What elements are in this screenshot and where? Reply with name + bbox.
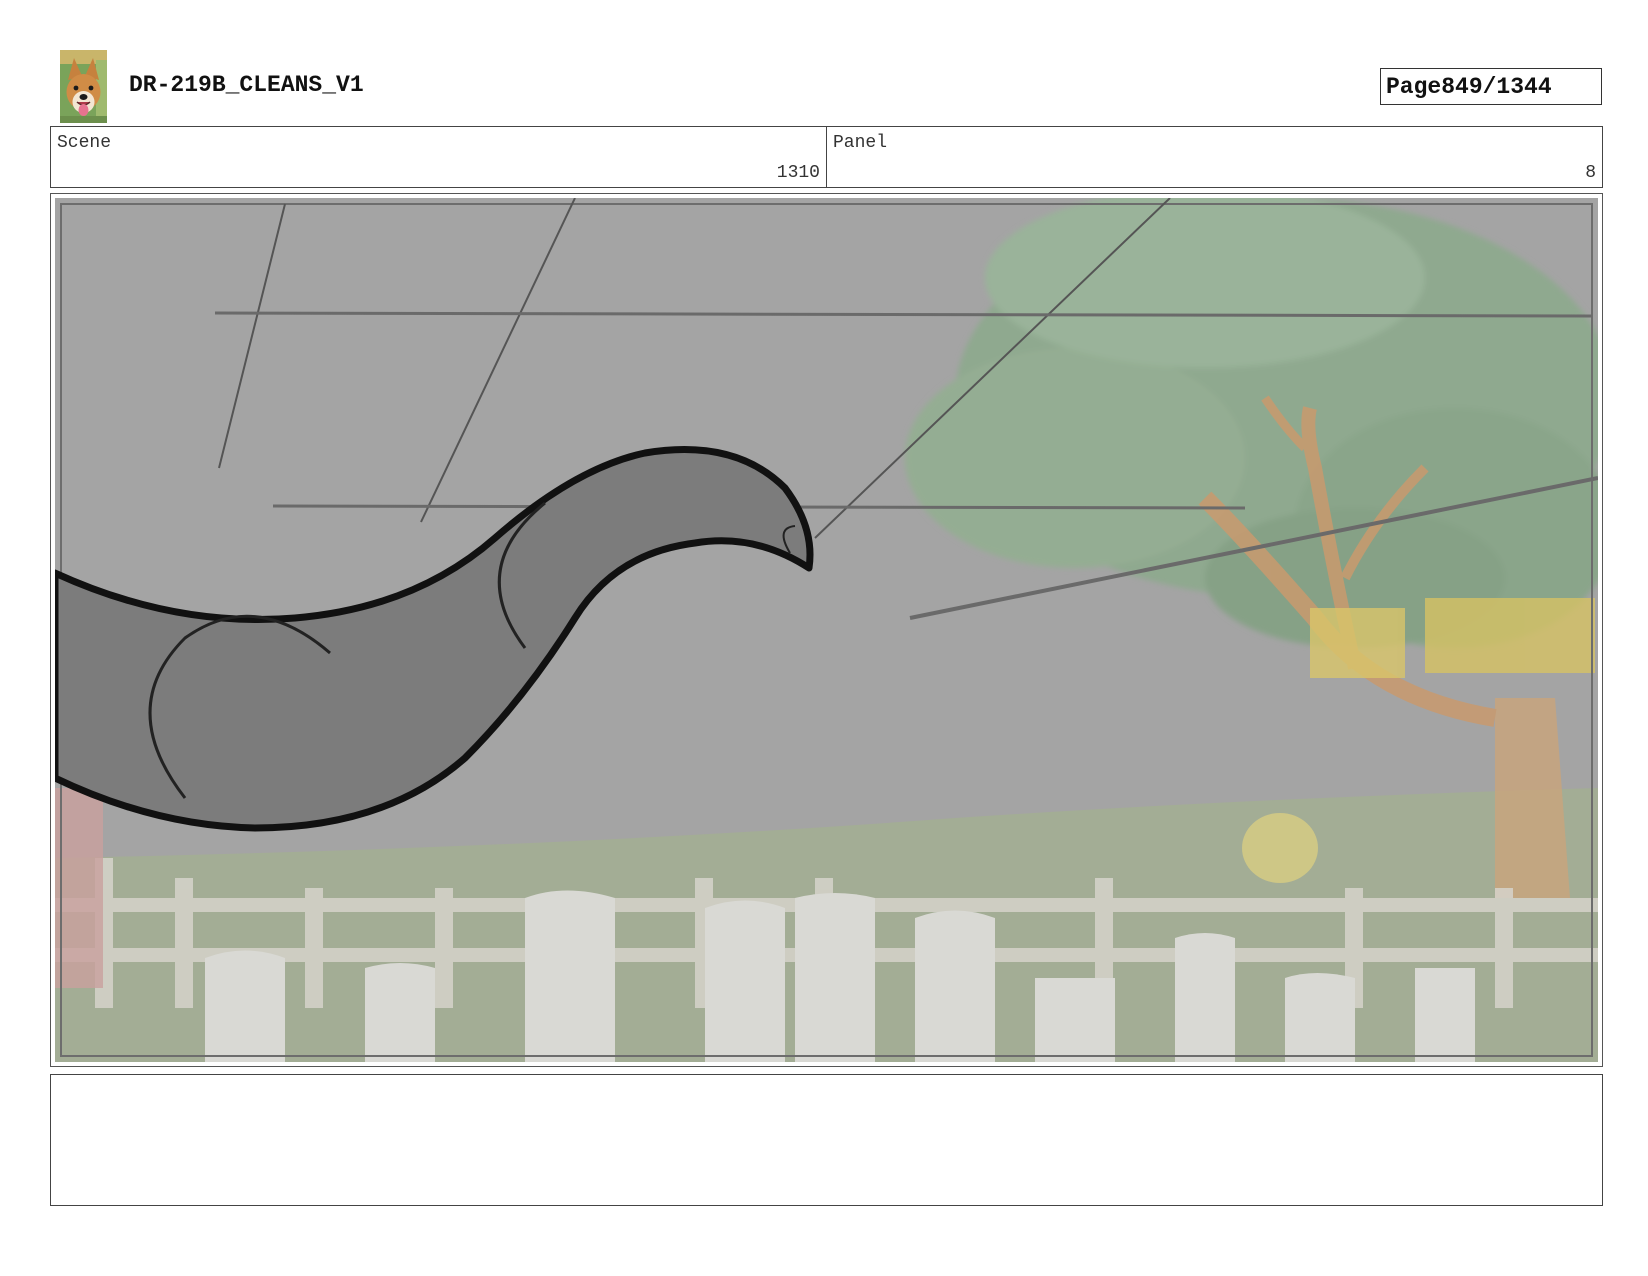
scene-cell: Scene 1310	[51, 127, 826, 187]
document-title: DR-219B_CLEANS_V1	[129, 72, 364, 98]
page-indicator: Page 849/1344	[1380, 68, 1602, 105]
scene-label: Scene	[57, 133, 112, 153]
page-number: 849/1344	[1441, 73, 1552, 100]
page-label: Page	[1386, 73, 1442, 100]
panel-cell: Panel 8	[826, 127, 1602, 187]
storyboard-panel-image	[55, 198, 1598, 1062]
logo-dog-icon	[60, 50, 107, 123]
storyboard-panel-frame	[50, 193, 1603, 1067]
panel-notes-box	[50, 1074, 1603, 1206]
panel-value: 8	[1585, 163, 1596, 183]
treehouse	[1310, 598, 1595, 678]
barn-edge	[55, 788, 103, 988]
hay-bale	[1242, 813, 1318, 883]
scene-panel-info-row: Scene 1310 Panel 8	[50, 126, 1603, 188]
panel-label: Panel	[833, 133, 888, 153]
dog-face-icon	[60, 50, 107, 123]
scene-value: 1310	[776, 163, 820, 183]
